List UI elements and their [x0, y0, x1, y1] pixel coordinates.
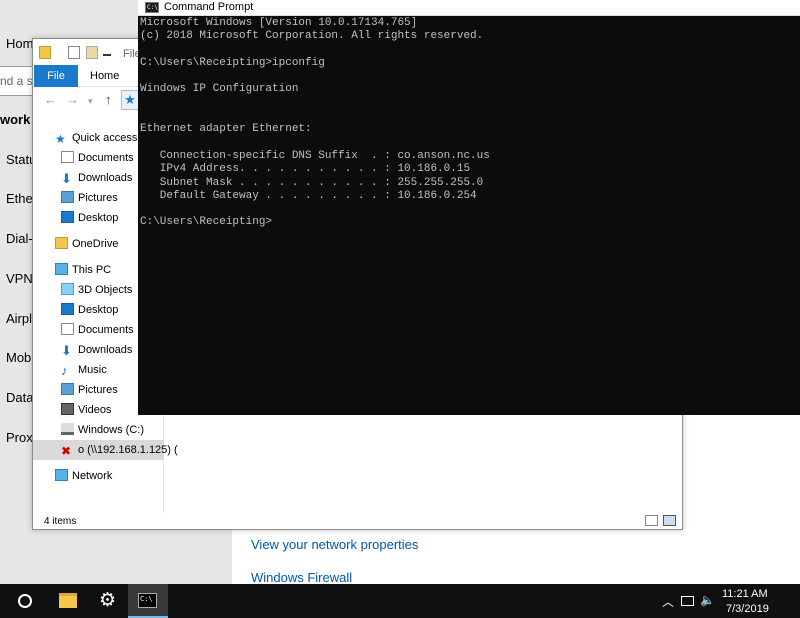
clock-date[interactable]: 7/3/2019: [726, 603, 769, 615]
music-note-icon: ♪: [61, 363, 68, 378]
tree-documents[interactable]: Documents: [61, 148, 134, 168]
volume-icon[interactable]: 🔈: [700, 593, 715, 607]
windows-firewall-link[interactable]: Windows Firewall: [251, 570, 352, 585]
explorer-item-count: 4 items: [44, 516, 77, 527]
taskbar: ⚙ C:\ ︿ 🔈 11:21 AM 7/3/2019: [0, 584, 800, 618]
command-prompt-icon: C:\: [138, 593, 157, 608]
tree-downloads[interactable]: ⬇ Downloads: [61, 168, 132, 188]
tree-quick-access[interactable]: ★ Quick access: [55, 128, 137, 148]
view-network-properties-link[interactable]: View your network properties: [251, 537, 418, 552]
documents-icon: [61, 151, 74, 163]
folder-icon: [39, 46, 51, 59]
tree-pictures[interactable]: Pictures: [61, 188, 118, 208]
chevron-up-icon[interactable]: ︿: [662, 593, 674, 610]
tree-desktop[interactable]: Desktop: [61, 208, 118, 228]
tree-3d-objects[interactable]: 3D Objects: [61, 280, 132, 300]
ribbon-tab-file[interactable]: File: [34, 65, 78, 87]
taskbar-settings-button[interactable]: ⚙: [89, 584, 129, 618]
new-folder-icon[interactable]: [86, 46, 98, 59]
settings-nav-vpn[interactable]: VPN: [6, 271, 33, 286]
tree-network-drive[interactable]: ✖ o (\\192.168.1.125) (: [33, 440, 178, 460]
documents-icon: [61, 323, 74, 335]
tree-music[interactable]: ♪ Music: [61, 360, 107, 380]
settings-gear-icon: ⚙: [99, 590, 117, 611]
back-arrow-icon[interactable]: ←: [44, 92, 57, 107]
pictures-icon: [61, 191, 74, 203]
tree-pc-documents[interactable]: Documents: [61, 320, 134, 340]
tree-videos[interactable]: Videos: [61, 400, 111, 420]
tree-network[interactable]: Network: [55, 466, 112, 486]
ribbon-tab-home[interactable]: Home: [90, 70, 119, 82]
taskbar-cmd-button[interactable]: C:\: [128, 584, 168, 618]
up-arrow-icon[interactable]: ↑: [105, 92, 112, 107]
cortana-icon[interactable]: [18, 594, 32, 608]
computer-icon: [55, 263, 68, 275]
quick-access-star-icon[interactable]: ★: [121, 90, 139, 110]
properties-icon[interactable]: [68, 46, 80, 59]
star-icon: ★: [55, 132, 66, 146]
tree-this-pc[interactable]: This PC: [55, 260, 111, 280]
command-prompt-icon: C:\: [145, 2, 159, 13]
drive-icon: [61, 423, 74, 435]
download-arrow-icon: ⬇: [61, 171, 72, 186]
cmd-title: Command Prompt: [164, 1, 254, 13]
tree-onedrive[interactable]: OneDrive: [55, 234, 118, 254]
taskbar-file-explorer-button[interactable]: [48, 584, 88, 618]
pictures-icon: [61, 383, 74, 395]
disconnected-drive-icon: ✖: [61, 444, 72, 458]
recent-locations-icon[interactable]: ▾: [88, 96, 93, 107]
file-explorer-icon: [59, 593, 77, 608]
3d-objects-icon: [61, 283, 74, 295]
cmd-titlebar[interactable]: C:\ Command Prompt: [138, 0, 800, 16]
tree-pc-pictures[interactable]: Pictures: [61, 380, 118, 400]
desktop-icon: [61, 211, 74, 223]
settings-nav-data[interactable]: Data: [6, 390, 33, 405]
details-view-icon[interactable]: [645, 515, 658, 526]
tree-pc-downloads[interactable]: ⬇ Downloads: [61, 340, 132, 360]
large-icons-view-icon[interactable]: [663, 515, 676, 526]
quick-access-dropdown-icon[interactable]: [103, 50, 111, 56]
tree-pc-desktop[interactable]: Desktop: [61, 300, 118, 320]
desktop-icon: [61, 303, 74, 315]
clock-time[interactable]: 11:21 AM: [722, 588, 768, 600]
videos-icon: [61, 403, 74, 415]
network-icon: [55, 469, 68, 481]
download-arrow-icon: ⬇: [61, 343, 72, 358]
cmd-console-output[interactable]: Microsoft Windows [Version 10.0.17134.76…: [140, 17, 795, 413]
tree-windows-drive[interactable]: Windows (C:): [61, 420, 144, 440]
forward-arrow-icon[interactable]: →: [66, 92, 79, 107]
network-icon[interactable]: [681, 596, 694, 606]
command-prompt-window[interactable]: C:\ Command Prompt Microsoft Windows [Ve…: [138, 0, 800, 415]
onedrive-folder-icon: [55, 237, 68, 249]
